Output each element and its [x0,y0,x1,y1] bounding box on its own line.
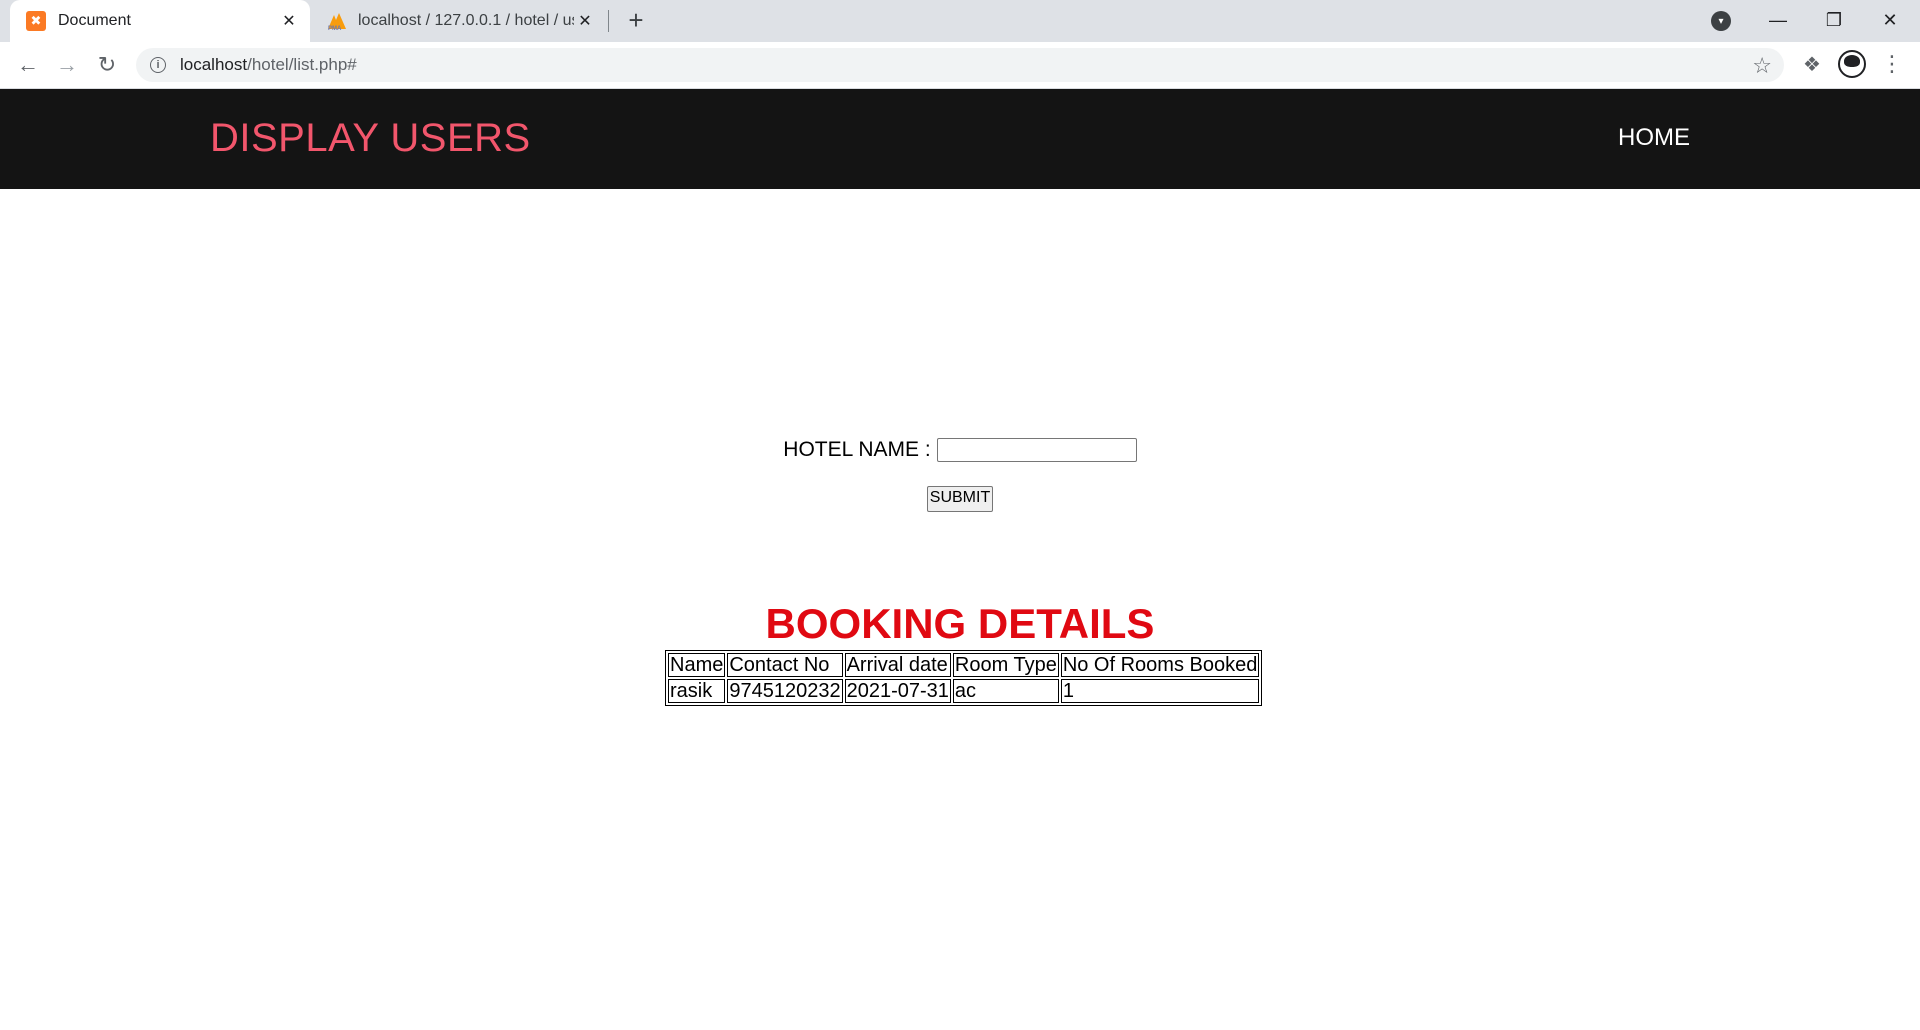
back-icon[interactable]: ← [12,49,44,81]
forward-icon[interactable]: → [51,49,83,81]
extensions-puzzle-icon[interactable]: ❖ [1800,52,1824,76]
minimize-icon[interactable]: — [1750,0,1806,40]
column-header-rooms-booked: No Of Rooms Booked [1060,653,1260,677]
bookmark-star-icon[interactable]: ☆ [1752,53,1772,79]
table-header-row: Name Contact No Arrival date Room Type N… [668,653,1260,677]
hotel-search-form: HOTEL NAME : SUBMIT [0,438,1920,512]
hotel-name-row: HOTEL NAME : [0,438,1920,462]
phpmyadmin-favicon-icon: PMA [328,13,346,31]
submit-button[interactable]: SUBMIT [926,486,994,512]
url-path: /hotel/list.php# [247,55,357,74]
column-header-arrival-date: Arrival date [844,653,951,677]
tab-document[interactable]: ✖ Document ✕ [10,0,310,42]
close-tab-icon[interactable]: ✕ [278,10,300,32]
booking-details-heading: BOOKING DETAILS [765,600,1155,647]
tab-title: localhost / 127.0.0.1 / hotel / users [358,12,574,29]
column-header-room-type: Room Type [952,653,1059,677]
profile-avatar[interactable] [1838,50,1866,78]
column-header-contact: Contact No [727,653,843,677]
tab-title: Document [58,12,131,29]
address-bar[interactable]: i localhost/hotel/list.php# ☆ [136,48,1784,82]
new-tab-button[interactable]: + [622,5,650,35]
cell-room-type: ac [952,679,1059,703]
browser-toolbar: ← → ↻ i localhost/hotel/list.php# ☆ ❖ ⋮ [0,42,1920,89]
svg-text:PMA: PMA [328,26,342,31]
cell-name: rasik [668,679,726,703]
site-header: DISPLAY USERS HOME [0,89,1920,189]
url-host: localhost [180,55,248,74]
page-title: DISPLAY USERS [210,116,531,160]
info-icon[interactable]: i [150,57,166,73]
cell-contact: 9745120232 [727,679,843,703]
hotel-name-input[interactable] [936,438,1137,462]
tab-phpmyadmin[interactable]: PMA localhost / 127.0.0.1 / hotel / user… [318,0,606,42]
close-tab-icon[interactable]: ✕ [574,10,596,32]
browser-menu-icon[interactable]: ⋮ [1881,50,1903,78]
table-row: rasik 9745120232 2021-07-31 ac 1 [668,679,1260,703]
browser-tabstrip: ✖ Document ✕ PMA localhost / 127.0.0.1 /… [0,0,1920,42]
column-header-name: Name [668,653,726,677]
restore-icon[interactable]: ❐ [1806,0,1862,40]
hotel-name-label: HOTEL NAME : [783,438,931,461]
cell-arrival-date: 2021-07-31 [844,679,951,703]
booking-table: Name Contact No Arrival date Room Type N… [665,650,1263,706]
tab-search-icon[interactable]: ▾ [1711,11,1731,31]
tab-separator [608,10,609,32]
reload-icon[interactable]: ↻ [91,49,123,81]
home-link[interactable]: HOME [1618,124,1690,152]
xampp-favicon-icon: ✖ [26,11,46,31]
close-window-icon[interactable]: ✕ [1862,0,1918,40]
cell-rooms-booked: 1 [1060,679,1260,703]
